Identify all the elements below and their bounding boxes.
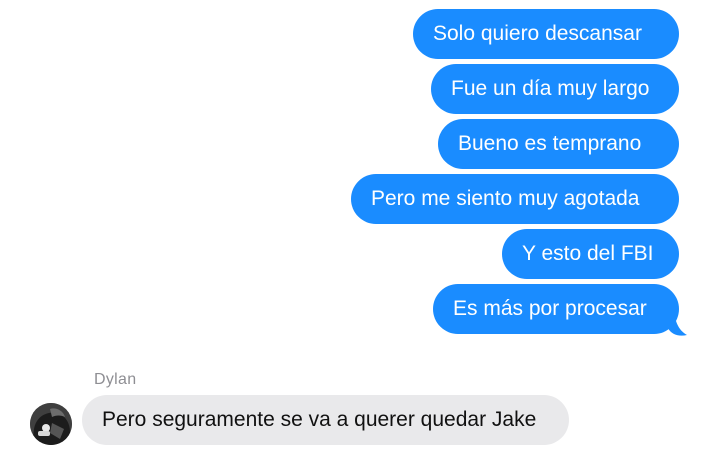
outgoing-message[interactable]: Solo quiero descansar bbox=[413, 9, 679, 59]
incoming-message[interactable]: Pero seguramente se va a querer quedar J… bbox=[82, 395, 569, 445]
user-avatar-icon bbox=[30, 403, 72, 445]
outgoing-message[interactable]: Pero me siento muy agotada bbox=[351, 174, 679, 224]
outgoing-message[interactable]: Bueno es temprano bbox=[438, 119, 679, 169]
outgoing-message[interactable]: Y esto del FBI bbox=[502, 229, 679, 279]
avatar[interactable] bbox=[30, 403, 72, 445]
sender-name: Dylan bbox=[94, 371, 137, 388]
outgoing-message[interactable]: Es más por procesar bbox=[433, 284, 679, 334]
message-tail-icon bbox=[668, 306, 687, 336]
outgoing-message[interactable]: Fue un día muy largo bbox=[431, 64, 679, 114]
